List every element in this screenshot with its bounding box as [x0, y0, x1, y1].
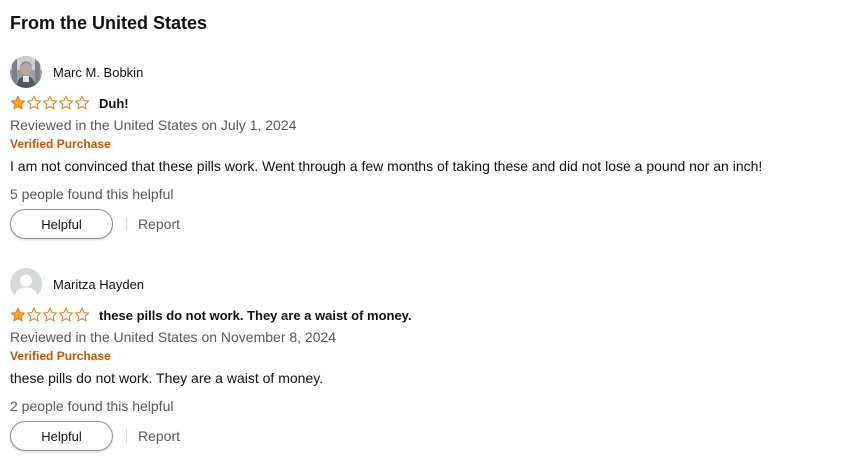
star-empty-icon	[58, 95, 74, 110]
star-filled-icon	[10, 307, 26, 322]
review-actions: Helpful Report	[10, 209, 180, 239]
reviewer-name[interactable]: Marc M. Bobkin	[53, 65, 143, 80]
review-body: these pills do not work. They are a wais…	[10, 370, 324, 386]
star-empty-icon	[26, 307, 42, 322]
helpful-button[interactable]: Helpful	[10, 209, 113, 239]
star-empty-icon	[74, 95, 90, 110]
star-rating[interactable]	[10, 307, 90, 323]
review-date: Reviewed in the United States on Novembe…	[10, 329, 337, 345]
star-empty-icon	[58, 307, 74, 322]
section-title: From the United States	[10, 13, 208, 33]
rating-row: Duh!	[10, 94, 129, 112]
helpful-count: 2 people found this helpful	[10, 398, 174, 414]
action-divider	[126, 217, 127, 231]
helpful-button[interactable]: Helpful	[10, 421, 113, 451]
verified-purchase-badge: Verified Purchase	[10, 349, 111, 363]
helpful-count: 5 people found this helpful	[10, 186, 174, 202]
review-actions: Helpful Report	[10, 421, 180, 451]
review-title[interactable]: these pills do not work. They are a wais…	[99, 308, 412, 323]
verified-purchase-badge: Verified Purchase	[10, 137, 111, 151]
reviewer-name[interactable]: Maritza Hayden	[53, 277, 144, 292]
reviewer-profile[interactable]: Marc M. Bobkin	[10, 56, 143, 88]
action-divider	[126, 429, 127, 443]
avatar[interactable]	[10, 268, 42, 300]
review-date: Reviewed in the United States on July 1,…	[10, 117, 297, 133]
star-filled-icon	[10, 95, 26, 110]
report-link[interactable]: Report	[138, 216, 180, 232]
star-rating[interactable]	[10, 95, 90, 111]
star-empty-icon	[74, 307, 90, 322]
rating-row: these pills do not work. They are a wais…	[10, 306, 412, 324]
review-title[interactable]: Duh!	[99, 96, 129, 111]
report-link[interactable]: Report	[138, 428, 180, 444]
star-empty-icon	[26, 95, 42, 110]
star-empty-icon	[42, 307, 58, 322]
default-person-icon	[10, 268, 42, 300]
review-body: I am not convinced that these pills work…	[10, 158, 763, 174]
reviewer-profile[interactable]: Maritza Hayden	[10, 268, 144, 300]
star-empty-icon	[42, 95, 58, 110]
avatar-photo-icon	[10, 56, 42, 88]
avatar[interactable]	[10, 56, 42, 88]
